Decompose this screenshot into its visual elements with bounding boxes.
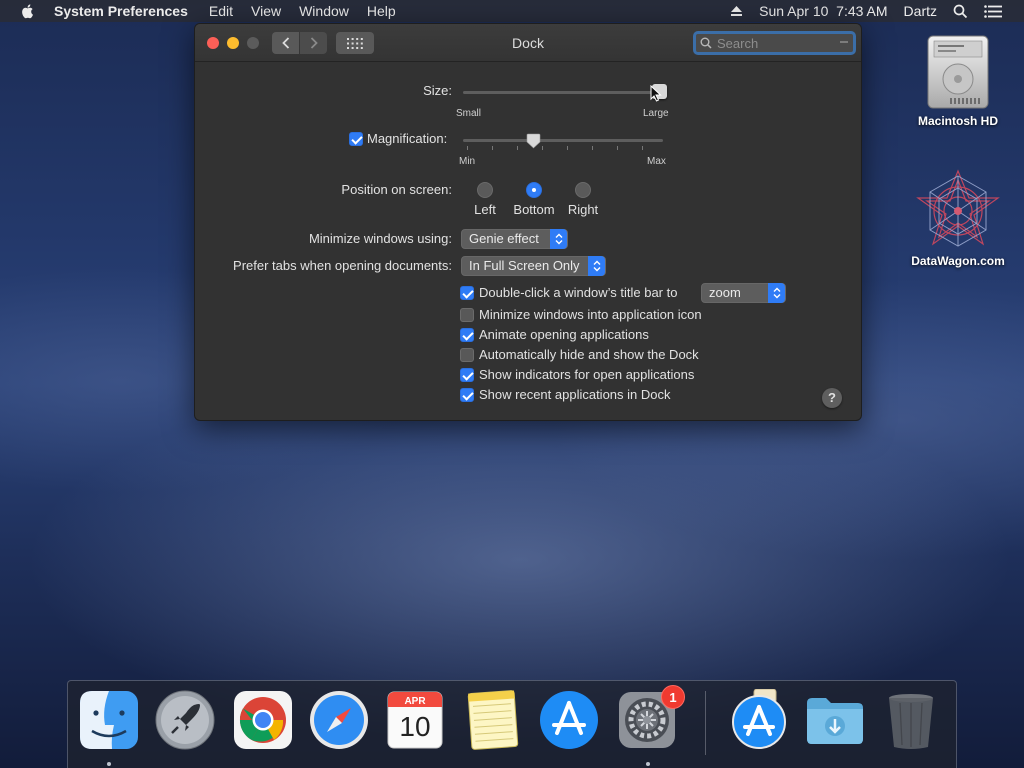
double-click-action-value: zoom bbox=[709, 285, 741, 300]
dock-item-calendar[interactable]: APR 10 bbox=[384, 689, 446, 755]
magnification-slider-knob[interactable] bbox=[526, 133, 541, 149]
search-input[interactable] bbox=[717, 35, 835, 51]
double-click-title-bar-checkbox[interactable] bbox=[460, 286, 474, 300]
prefer-tabs-popup[interactable]: In Full Screen Only bbox=[461, 256, 606, 276]
dock-item-safari[interactable] bbox=[308, 689, 370, 755]
app-store-icon bbox=[540, 691, 598, 749]
position-left-label[interactable]: Left bbox=[465, 202, 505, 217]
updown-arrows-icon bbox=[550, 229, 567, 249]
menu-view[interactable]: View bbox=[251, 3, 281, 19]
app-store-installer-icon bbox=[732, 688, 786, 749]
menu-edit[interactable]: Edit bbox=[209, 3, 233, 19]
dock-item-trash[interactable] bbox=[880, 689, 942, 755]
dock-item-app-store-recent[interactable] bbox=[728, 688, 790, 755]
running-indicator bbox=[107, 762, 111, 766]
calendar-month: APR bbox=[404, 696, 426, 707]
search-icon bbox=[700, 37, 712, 49]
dock-item-chrome[interactable] bbox=[232, 689, 294, 755]
finder-icon bbox=[80, 691, 138, 749]
position-right-label[interactable]: Right bbox=[560, 202, 606, 217]
dock-item-app-store[interactable] bbox=[538, 689, 600, 755]
minimize-using-label: Minimize windows using: bbox=[308, 231, 452, 246]
trash-icon bbox=[889, 694, 933, 749]
notes-icon bbox=[467, 690, 519, 750]
help-button[interactable]: ? bbox=[822, 388, 842, 408]
double-click-action-popup[interactable]: zoom bbox=[701, 283, 786, 303]
menu-clock[interactable]: Sun Apr 10 7:43 AM bbox=[759, 3, 887, 19]
minimize-effect-popup[interactable]: Genie effect bbox=[461, 229, 568, 249]
size-max-label: Large bbox=[643, 108, 669, 119]
notification-badge: 1 bbox=[661, 685, 685, 709]
auto-hide-dock-label[interactable]: Automatically hide and show the Dock bbox=[479, 347, 699, 362]
double-click-title-bar-label[interactable]: Double-click a window’s title bar to bbox=[479, 285, 677, 300]
size-label: Size: bbox=[423, 83, 452, 98]
desktop-icon-datawagon[interactable]: DataWagon.com bbox=[900, 168, 1016, 268]
apple-icon[interactable] bbox=[20, 3, 36, 19]
minimize-into-app-icon-label[interactable]: Minimize windows into application icon bbox=[479, 307, 702, 322]
show-recent-apps-label[interactable]: Show recent applications in Dock bbox=[479, 387, 671, 402]
dock: APR 10 1 bbox=[67, 680, 957, 768]
magnification-label[interactable]: Magnification: bbox=[367, 131, 447, 146]
desktop-icon-macintosh-hd[interactable]: Macintosh HD bbox=[906, 32, 1010, 128]
position-label: Position on screen: bbox=[341, 182, 452, 197]
prefer-tabs-label: Prefer tabs when opening documents: bbox=[233, 258, 452, 273]
magnification-ticks bbox=[467, 146, 662, 150]
title-bar[interactable]: Dock bbox=[195, 24, 861, 62]
search-field[interactable] bbox=[693, 31, 856, 55]
updown-arrows-icon bbox=[768, 283, 785, 303]
clear-search-icon[interactable] bbox=[839, 37, 849, 47]
dock-item-launchpad[interactable] bbox=[154, 689, 216, 755]
updown-arrows-icon bbox=[588, 256, 605, 276]
menu-user[interactable]: Dartz bbox=[904, 3, 937, 19]
dock-item-system-preferences[interactable]: 1 bbox=[616, 685, 685, 755]
downloads-folder-icon bbox=[807, 698, 863, 744]
running-indicator bbox=[646, 762, 650, 766]
minimize-effect-value: Genie effect bbox=[469, 231, 539, 246]
dock-separator bbox=[705, 691, 706, 755]
position-left-radio[interactable] bbox=[477, 182, 493, 198]
launchpad-rocket-icon bbox=[155, 690, 215, 750]
mouse-cursor-icon bbox=[650, 85, 662, 102]
notification-center-icon[interactable] bbox=[984, 4, 1002, 18]
prefer-tabs-value: In Full Screen Only bbox=[469, 258, 580, 273]
show-indicators-label[interactable]: Show indicators for open applications bbox=[479, 367, 694, 382]
auto-hide-dock-checkbox[interactable] bbox=[460, 348, 474, 362]
desktop-icon-label[interactable]: DataWagon.com bbox=[900, 254, 1016, 268]
animate-opening-label[interactable]: Animate opening applications bbox=[479, 327, 649, 342]
desktop-icon-label[interactable]: Macintosh HD bbox=[906, 114, 1010, 128]
position-bottom-radio[interactable] bbox=[526, 182, 542, 198]
menu-app-name[interactable]: System Preferences bbox=[54, 3, 188, 19]
spotlight-search-icon[interactable] bbox=[953, 4, 968, 19]
animate-opening-checkbox[interactable] bbox=[460, 328, 474, 342]
chrome-icon bbox=[234, 691, 292, 749]
magnification-min-label: Min bbox=[459, 156, 476, 167]
menu-window[interactable]: Window bbox=[299, 3, 349, 19]
dock-item-notes[interactable] bbox=[462, 689, 524, 755]
position-right-radio[interactable] bbox=[575, 182, 591, 198]
menu-help[interactable]: Help bbox=[367, 3, 396, 19]
calendar-day: 10 bbox=[399, 711, 431, 742]
geometric-star-icon bbox=[916, 169, 1000, 247]
dock-preferences-window: Dock Size: Small Large Magnification: Mi… bbox=[194, 23, 862, 421]
hard-drive-icon bbox=[927, 35, 989, 109]
dock-item-finder[interactable] bbox=[78, 689, 140, 755]
safari-compass-icon bbox=[310, 691, 368, 749]
size-slider-track[interactable] bbox=[463, 91, 663, 94]
magnification-slider-track[interactable] bbox=[463, 139, 663, 142]
magnification-max-label: Max bbox=[647, 156, 666, 167]
eject-icon[interactable] bbox=[730, 5, 743, 17]
size-min-label: Small bbox=[456, 108, 482, 119]
menu-bar: System Preferences Edit View Window Help… bbox=[0, 0, 1024, 22]
show-recent-apps-checkbox[interactable] bbox=[460, 388, 474, 402]
minimize-into-app-icon-checkbox[interactable] bbox=[460, 308, 474, 322]
magnification-checkbox[interactable] bbox=[349, 132, 363, 146]
position-bottom-label[interactable]: Bottom bbox=[504, 202, 564, 217]
dock-item-downloads[interactable] bbox=[804, 689, 866, 755]
show-indicators-checkbox[interactable] bbox=[460, 368, 474, 382]
